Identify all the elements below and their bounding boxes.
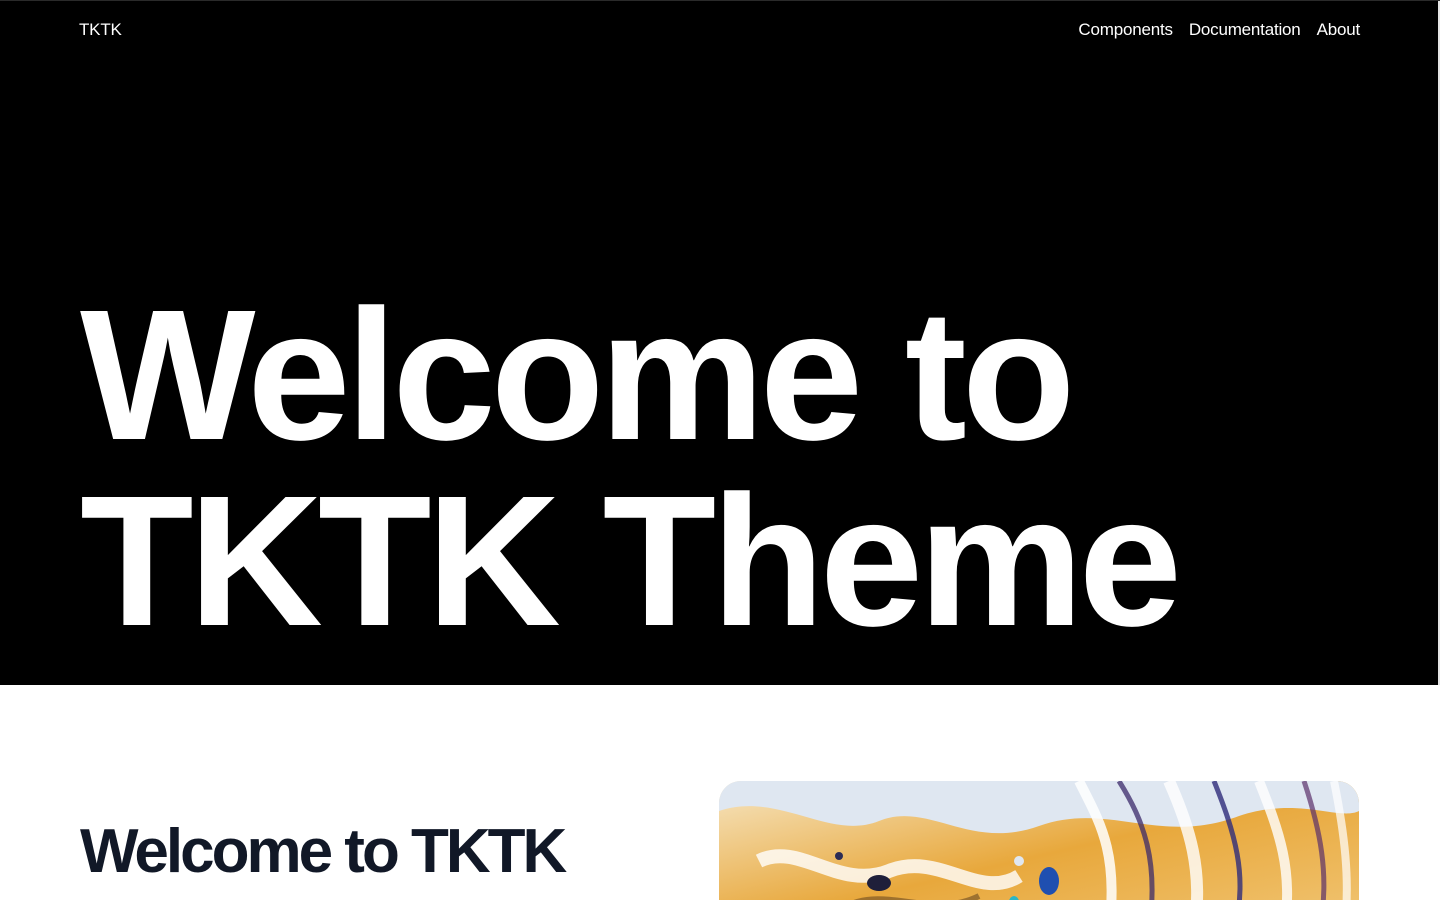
hero-title-line-2: TKTK Theme xyxy=(80,458,1182,665)
hero-title-line-1: Welcome to xyxy=(80,272,1075,479)
main-nav: Components Documentation About xyxy=(1078,20,1360,40)
nav-link-documentation[interactable]: Documentation xyxy=(1189,20,1301,40)
top-navigation-bar: TKTK Components Documentation About xyxy=(0,1,1440,59)
hero-section: TKTK Components Documentation About Welc… xyxy=(0,0,1440,686)
feature-image xyxy=(719,781,1359,900)
abstract-swirl-image xyxy=(719,781,1359,900)
nav-link-about[interactable]: About xyxy=(1317,20,1361,40)
nav-link-components[interactable]: Components xyxy=(1078,20,1173,40)
section-title: Welcome to TKTK xyxy=(80,817,567,886)
brand-logo-link[interactable]: TKTK xyxy=(79,20,122,40)
main-content: Welcome to TKTK xyxy=(0,685,1440,900)
hero-title: Welcome to TKTK Theme xyxy=(80,283,1360,655)
